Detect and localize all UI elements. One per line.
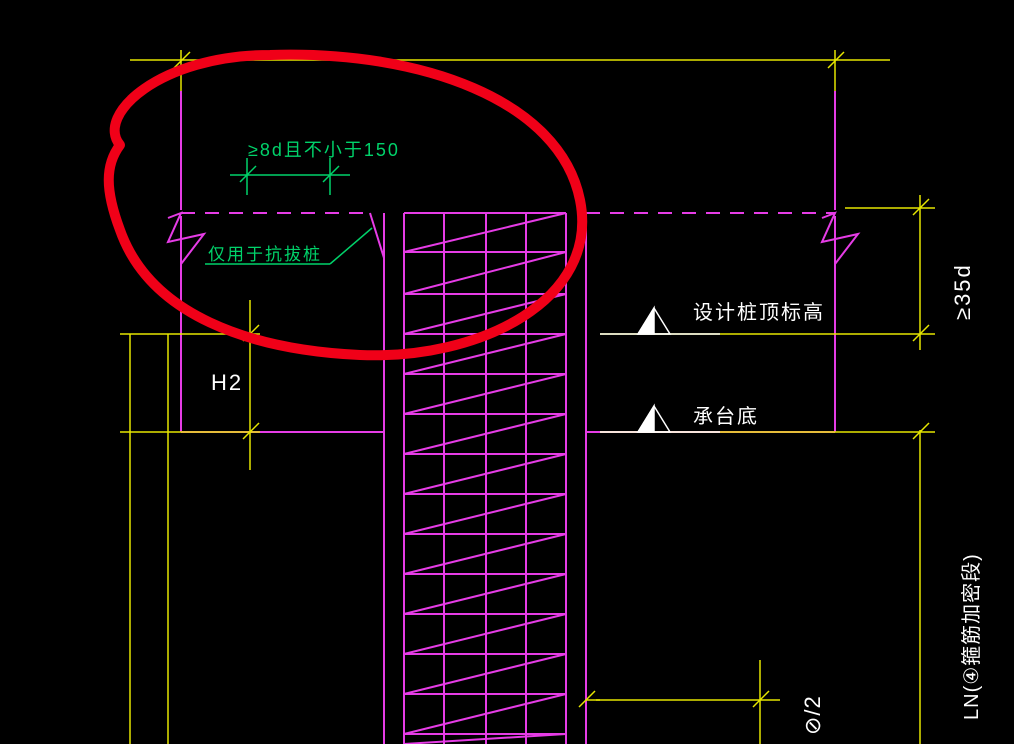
elevation-label: 设计桩顶标高 <box>693 296 825 325</box>
bottom-dia2-dimension-label: ⊘/2 <box>800 695 826 735</box>
right-35d-dimension-label: ≥35d <box>950 263 976 320</box>
left-note-label: 仅用于抗拔桩 <box>208 240 322 265</box>
dimension-lines <box>120 50 935 744</box>
right-ln-dimension-label: LN(④箍筋加密段) <box>955 553 984 720</box>
cap-bottom-label: 承台底 <box>693 400 759 429</box>
cad-drawing-canvas: ≥8d且不小于150 仅用于抗拔桩 设计桩顶标高 承台底 H2 ≥35d ⊘/2… <box>0 0 1014 744</box>
top-note-label: ≥8d且不小于150 <box>248 136 400 162</box>
h2-dimension-label: H2 <box>211 370 243 396</box>
drawing-svg <box>0 0 1014 744</box>
red-annotation-circle <box>109 55 582 356</box>
